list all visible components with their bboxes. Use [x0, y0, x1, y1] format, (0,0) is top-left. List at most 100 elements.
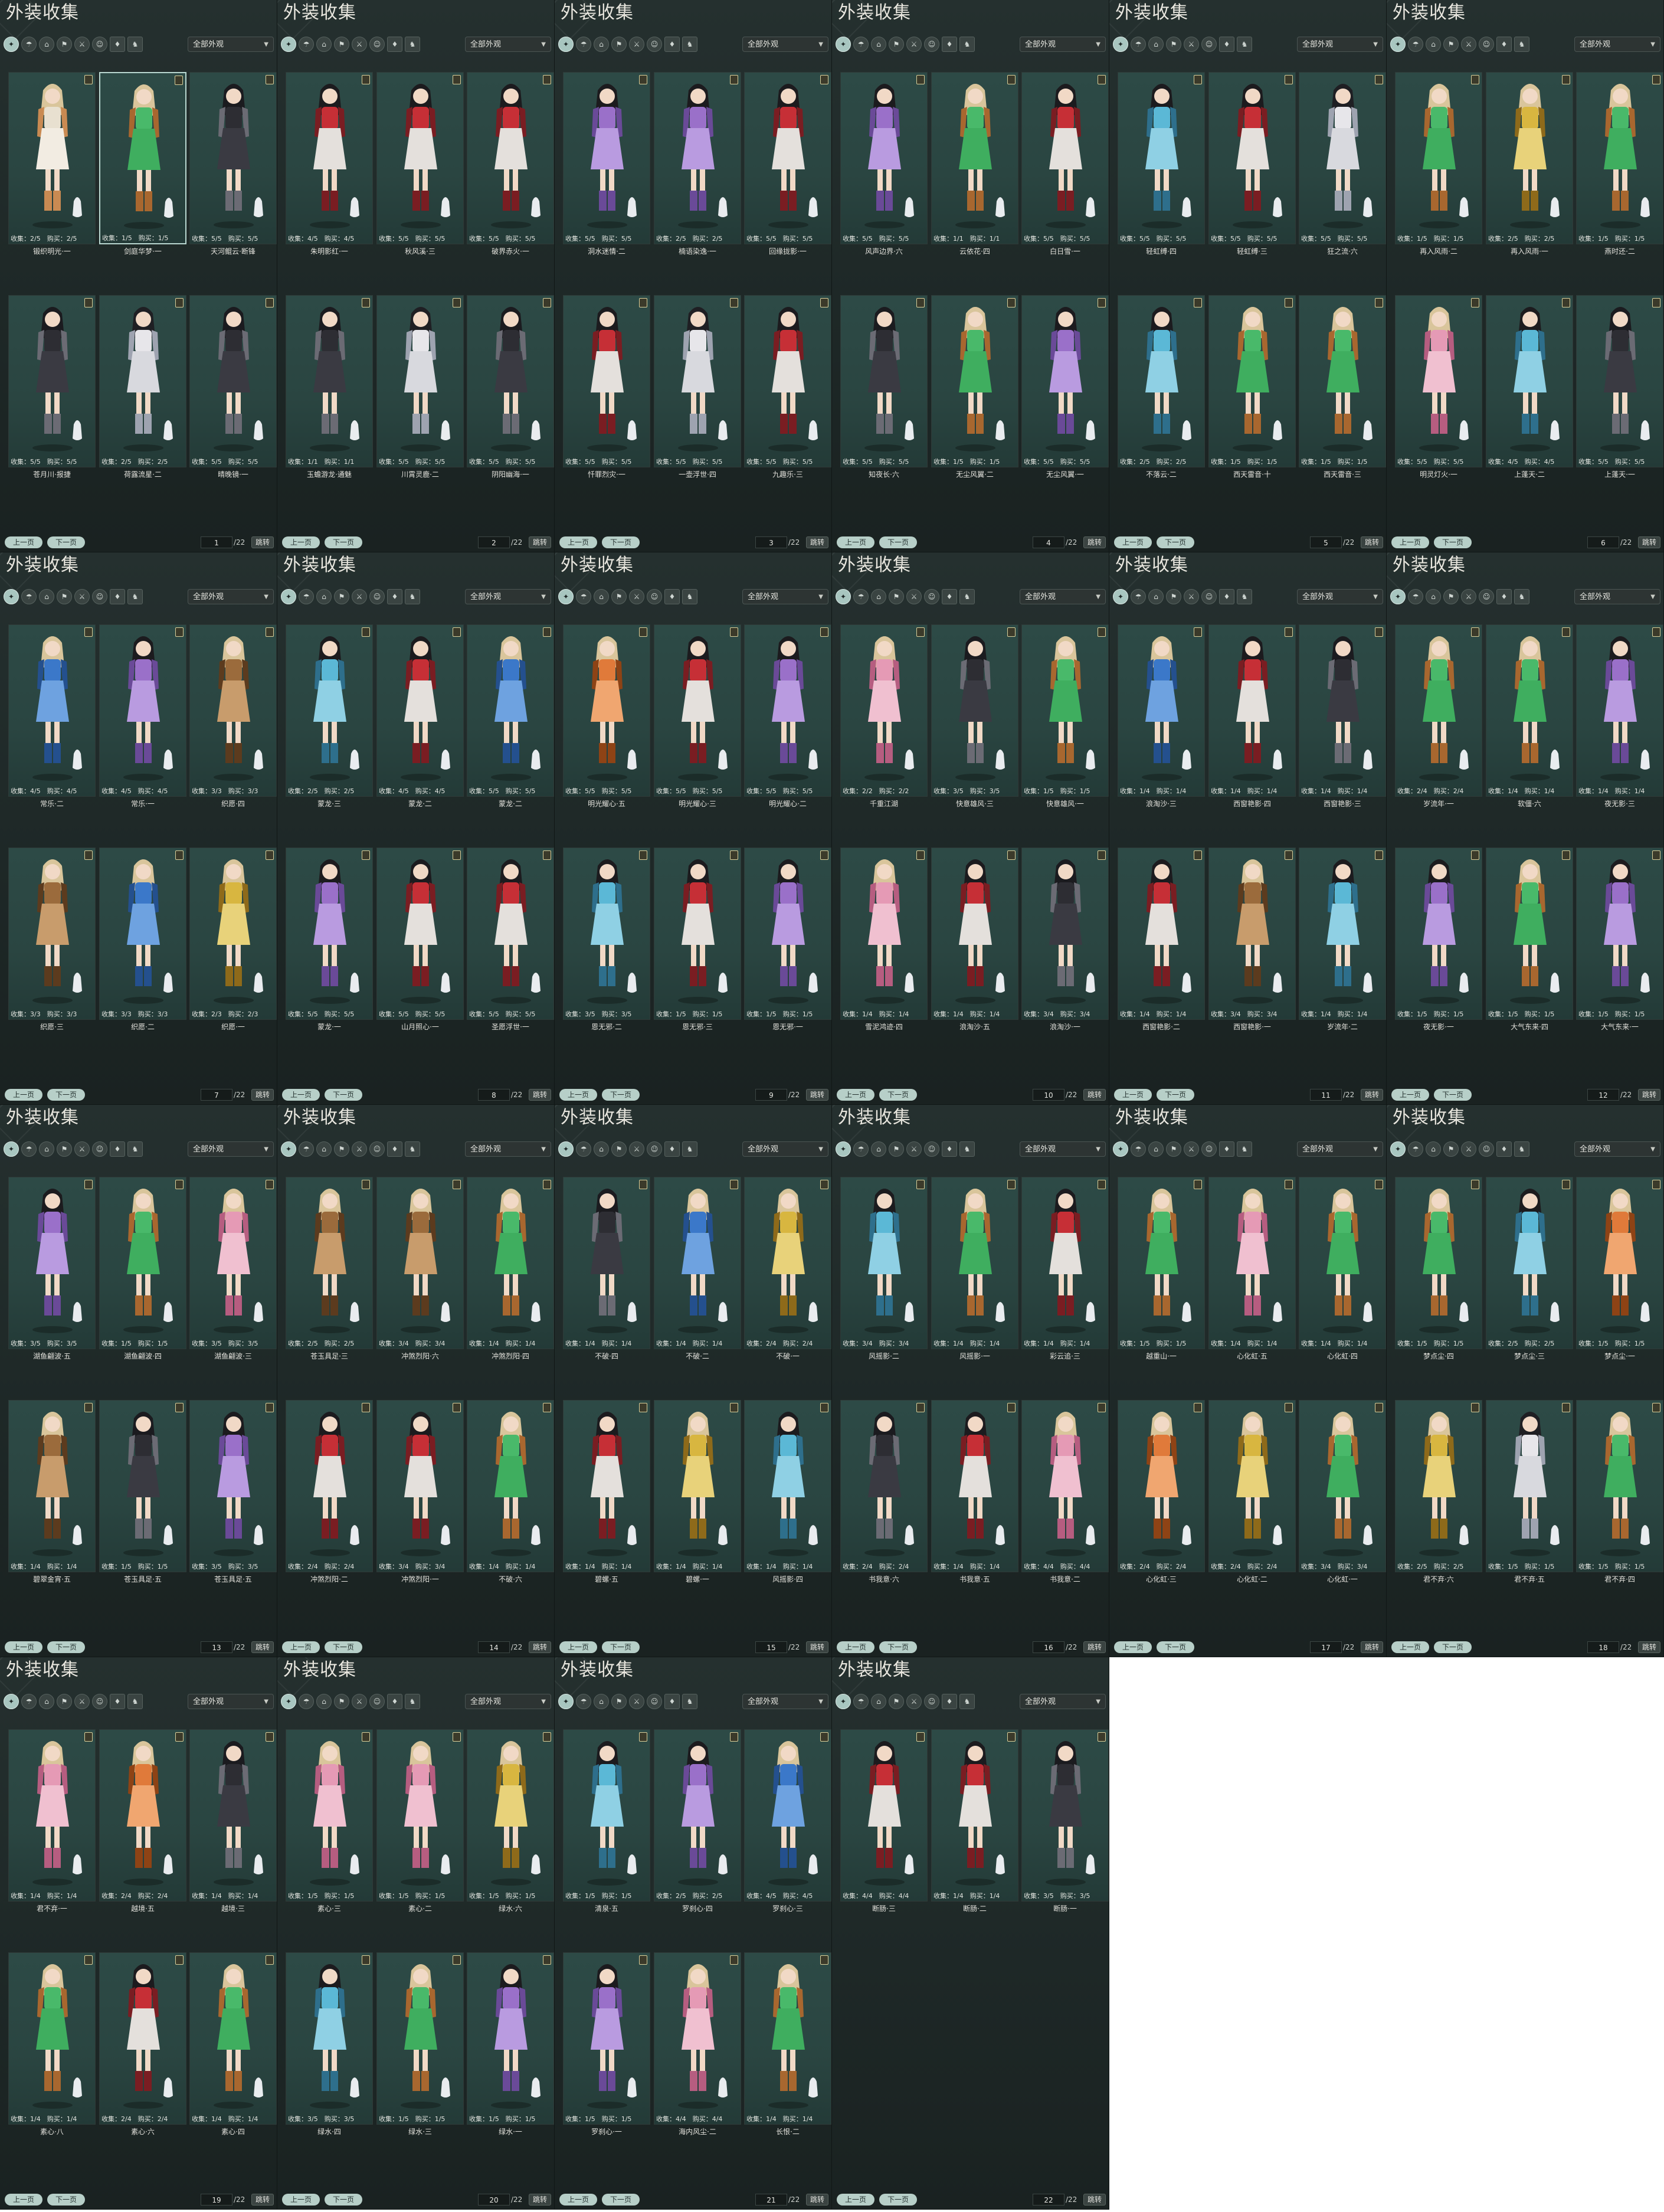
outfit-card[interactable]: 收集：1/5 购买：1/5	[1299, 295, 1386, 467]
jump-button[interactable]: 跳转	[806, 1641, 828, 1653]
outfit-card[interactable]: 收集：1/4 购买：1/4	[467, 1177, 554, 1349]
pendant-tab-icon[interactable]: ♦	[664, 1694, 680, 1709]
outfit-tab-icon[interactable]: ✦	[281, 1694, 296, 1709]
back-tab-icon[interactable]: ⚑	[334, 1141, 349, 1157]
outfit-card[interactable]: 收集：5/5 购买：5/5	[563, 624, 650, 797]
mount-tab-icon[interactable]: ♞	[1237, 37, 1252, 52]
jump-button[interactable]: 跳转	[251, 1641, 274, 1653]
outfit-card[interactable]: 收集：5/5 购买：5/5	[1299, 72, 1386, 244]
hair-tab-icon[interactable]: ☂	[21, 589, 37, 604]
mount-tab-icon[interactable]: ♞	[1237, 1141, 1252, 1157]
back-tab-icon[interactable]: ⚑	[1443, 589, 1459, 604]
outfit-card[interactable]: 收集：1/4 购买：1/4	[744, 1400, 831, 1572]
back-tab-icon[interactable]: ⚑	[57, 589, 72, 604]
hair-tab-icon[interactable]: ☂	[853, 589, 869, 604]
hair-tab-icon[interactable]: ☂	[1408, 37, 1423, 52]
page-number-input[interactable]: 11	[1310, 1089, 1342, 1101]
weapon-tab-icon[interactable]: ⚔	[74, 589, 90, 604]
outfit-tab-icon[interactable]: ✦	[281, 37, 296, 52]
face-tab-icon[interactable]: ☺	[1479, 1141, 1494, 1157]
face-tab-icon[interactable]: ☺	[369, 589, 385, 604]
face-tab-icon[interactable]: ☺	[92, 1141, 107, 1157]
outfit-card[interactable]: 收集：1/5 购买：1/5	[1576, 72, 1663, 244]
back-tab-icon[interactable]: ⚑	[1443, 37, 1459, 52]
outfit-card[interactable]: 收集：1/5 购买：1/5	[1576, 1400, 1663, 1572]
face-tab-icon[interactable]: ☺	[647, 589, 662, 604]
next-page-button[interactable]: 下一页	[879, 536, 917, 548]
outfit-card[interactable]: 收集：1/5 购买：1/5	[1118, 1177, 1205, 1349]
page-number-input[interactable]: 6	[1587, 536, 1619, 548]
appearance-filter-select[interactable]: 全部外观 ▼	[465, 589, 551, 604]
outfit-card[interactable]: 收集：4/4 购买：4/4	[1021, 1400, 1109, 1572]
page-number-input[interactable]: 18	[1587, 1641, 1619, 1653]
back-tab-icon[interactable]: ⚑	[334, 37, 349, 52]
weapon-tab-icon[interactable]: ⚔	[629, 1141, 644, 1157]
mount-tab-icon[interactable]: ♞	[127, 1694, 143, 1709]
appearance-filter-select[interactable]: 全部外观 ▼	[188, 1694, 274, 1709]
back-tab-icon[interactable]: ⚑	[334, 589, 349, 604]
weapon-tab-icon[interactable]: ⚔	[74, 37, 90, 52]
outfit-card[interactable]: 收集：1/4 购买：1/4	[563, 1177, 650, 1349]
hat-tab-icon[interactable]: ⌂	[594, 1694, 609, 1709]
jump-button[interactable]: 跳转	[806, 536, 828, 548]
mount-tab-icon[interactable]: ♞	[1237, 589, 1252, 604]
outfit-card[interactable]: 收集：5/5 购买：5/5	[376, 848, 464, 1020]
jump-button[interactable]: 跳转	[1083, 1089, 1106, 1101]
jump-button[interactable]: 跳转	[1638, 1641, 1660, 1653]
outfit-card[interactable]: 收集：2/2 购买：2/2	[840, 624, 928, 797]
outfit-card[interactable]: 收集：1/4 购买：1/4	[1208, 1177, 1296, 1349]
appearance-filter-select[interactable]: 全部外观 ▼	[1297, 1141, 1383, 1157]
outfit-card[interactable]: 收集：1/5 购买：1/5	[1576, 1177, 1663, 1349]
pendant-tab-icon[interactable]: ♦	[110, 37, 125, 52]
prev-page-button[interactable]: 上一页	[837, 1641, 874, 1653]
prev-page-button[interactable]: 上一页	[5, 536, 42, 548]
back-tab-icon[interactable]: ⚑	[1166, 1141, 1181, 1157]
outfit-card[interactable]: 收集：1/5 购买：1/5	[931, 295, 1018, 467]
page-number-input[interactable]: 2	[478, 536, 510, 548]
page-number-input[interactable]: 1	[201, 536, 232, 548]
outfit-card[interactable]: 收集：1/4 购买：1/4	[467, 1400, 554, 1572]
outfit-card[interactable]: 收集：2/5 购买：2/5	[286, 1177, 373, 1349]
outfit-card[interactable]: 收集：2/4 购买：2/4	[1208, 1400, 1296, 1572]
face-tab-icon[interactable]: ☺	[1479, 589, 1494, 604]
prev-page-button[interactable]: 上一页	[559, 1089, 597, 1101]
outfit-card[interactable]: 收集：2/5 购买：2/5	[1118, 295, 1205, 467]
outfit-card[interactable]: 收集：1/1 购买：1/1	[286, 295, 373, 467]
weapon-tab-icon[interactable]: ⚔	[906, 1141, 922, 1157]
mount-tab-icon[interactable]: ♞	[127, 589, 143, 604]
outfit-card[interactable]: 收集：4/5 购买：4/5	[286, 72, 373, 244]
appearance-filter-select[interactable]: 全部外观 ▼	[1020, 1694, 1106, 1709]
pendant-tab-icon[interactable]: ♦	[110, 1141, 125, 1157]
outfit-card[interactable]: 收集：4/4 购买：4/4	[654, 1952, 741, 2125]
pendant-tab-icon[interactable]: ♦	[664, 37, 680, 52]
mount-tab-icon[interactable]: ♞	[127, 1141, 143, 1157]
outfit-card[interactable]: 收集：3/4 购买：3/4	[376, 1400, 464, 1572]
outfit-card[interactable]: 收集：5/5 购买：5/5	[563, 72, 650, 244]
pendant-tab-icon[interactable]: ♦	[664, 1141, 680, 1157]
outfit-card[interactable]: 收集：1/4 购买：1/4	[840, 848, 928, 1020]
outfit-card[interactable]: 收集：2/5 购买：2/5	[8, 72, 96, 244]
next-page-button[interactable]: 下一页	[325, 1089, 362, 1101]
outfit-card[interactable]: 收集：5/5 购买：5/5	[8, 295, 96, 467]
jump-button[interactable]: 跳转	[251, 1089, 274, 1101]
prev-page-button[interactable]: 上一页	[837, 536, 874, 548]
jump-button[interactable]: 跳转	[251, 536, 274, 548]
appearance-filter-select[interactable]: 全部外观 ▼	[742, 1141, 828, 1157]
weapon-tab-icon[interactable]: ⚔	[74, 1141, 90, 1157]
outfit-card[interactable]: 收集：5/5 购买：5/5	[1208, 72, 1296, 244]
outfit-card[interactable]: 收集：2/5 购买：2/5	[654, 1729, 741, 1902]
outfit-card[interactable]: 收集：5/5 购买：5/5	[1395, 295, 1482, 467]
jump-button[interactable]: 跳转	[1361, 1641, 1383, 1653]
weapon-tab-icon[interactable]: ⚔	[1184, 37, 1199, 52]
outfit-card[interactable]: 收集：1/4 购买：1/4	[563, 1400, 650, 1572]
next-page-button[interactable]: 下一页	[879, 2194, 917, 2206]
outfit-card[interactable]: 收集：3/4 购买：3/4	[1021, 848, 1109, 1020]
outfit-card[interactable]: 收集：5/5 购买：5/5	[376, 72, 464, 244]
outfit-card[interactable]: 收集：1/4 购买：1/4	[1021, 1177, 1109, 1349]
outfit-card[interactable]: 收集：1/4 购买：1/4	[654, 1400, 741, 1572]
prev-page-button[interactable]: 上一页	[1391, 1641, 1429, 1653]
prev-page-button[interactable]: 上一页	[282, 1089, 320, 1101]
outfit-card[interactable]: 收集：1/4 购买：1/4	[654, 1177, 741, 1349]
outfit-card[interactable]: 收集：5/5 购买：5/5	[654, 624, 741, 797]
outfit-card[interactable]: 收集：2/4 购买：2/4	[99, 1952, 186, 2125]
